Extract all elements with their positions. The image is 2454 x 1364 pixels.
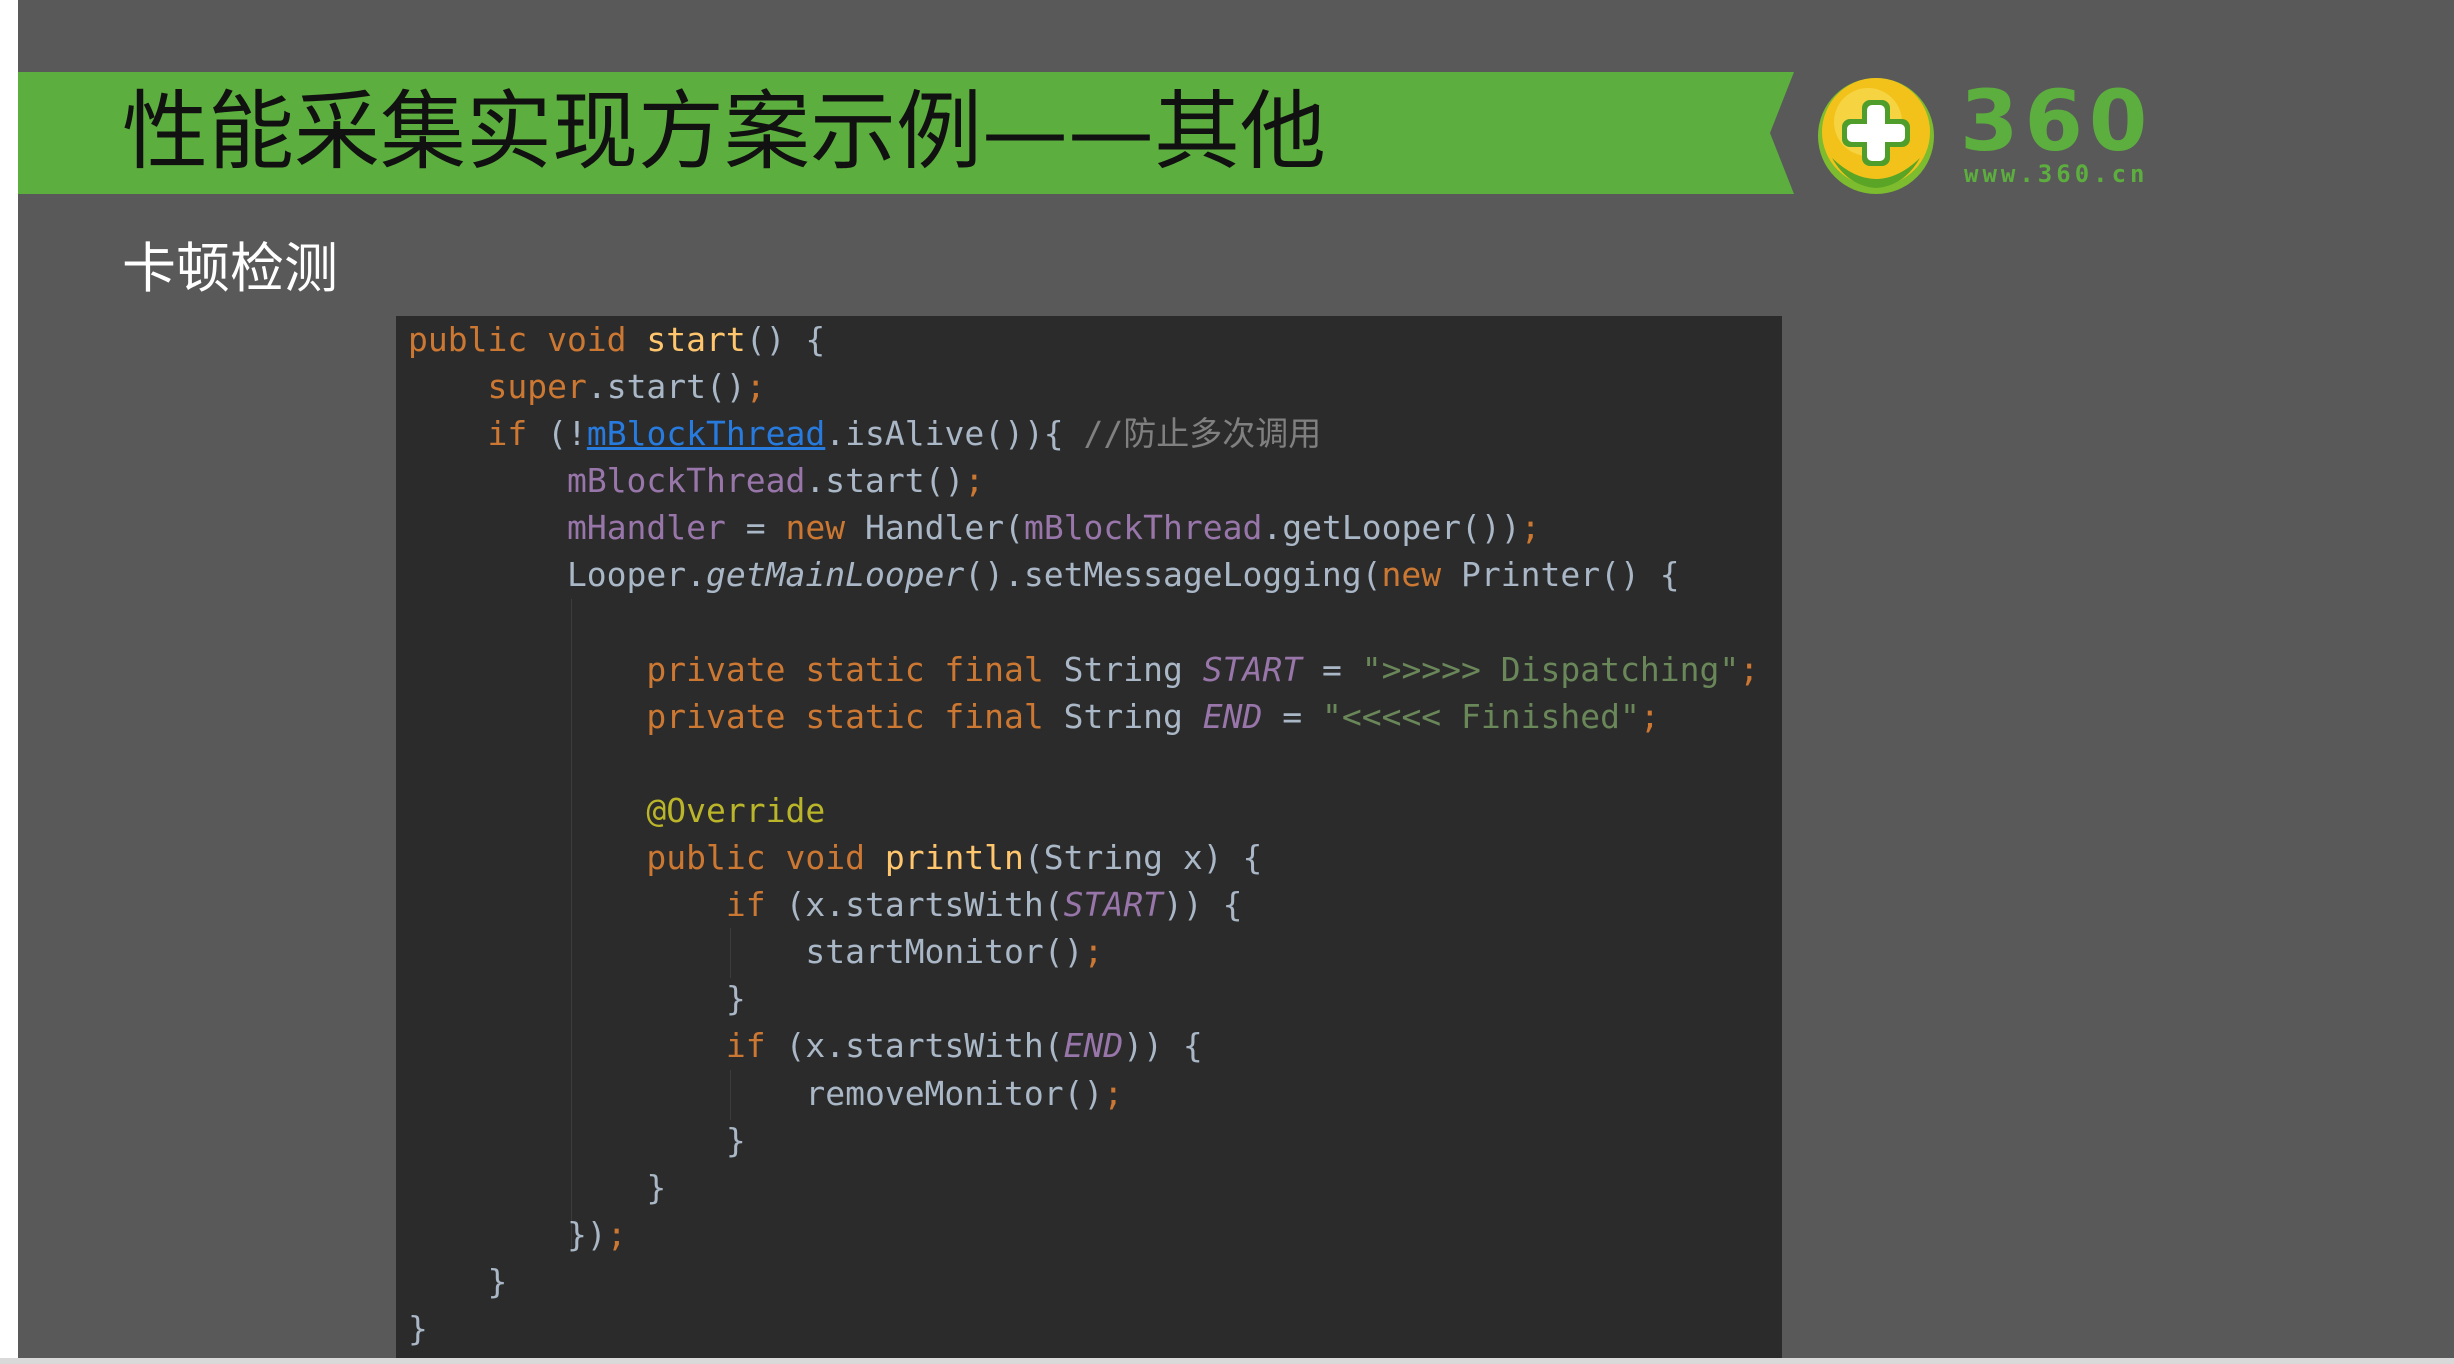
code-line-18: }	[408, 1120, 746, 1160]
code-text: public void start() { super.start(); if …	[408, 316, 1759, 1352]
code-line-22: }	[408, 1308, 428, 1348]
code-line-21: }	[408, 1261, 508, 1301]
code-line-20: });	[408, 1214, 627, 1254]
code-line-6: Looper.getMainLooper().setMessageLogging…	[408, 555, 1680, 595]
slide-subtitle: 卡顿检测	[122, 237, 338, 300]
code-line-4: mBlockThread.start();	[566, 461, 985, 501]
code-line-5: mHandler = new Handler(mBlockThread.getL…	[566, 508, 1541, 548]
code-line-14: startMonitor();	[408, 932, 1104, 972]
code-line-16: if (x.startsWith(END)) {	[725, 1026, 1203, 1066]
logo-url: www.360.cn	[1964, 160, 2149, 188]
code-line-11: @Override	[646, 790, 826, 830]
code-line-2: super.start();	[487, 367, 766, 407]
code-line-13: if (x.startsWith(START)) {	[725, 885, 1243, 925]
code-line-15: }	[408, 979, 746, 1019]
360-logo-icon	[1818, 78, 1934, 194]
logo-number: 360	[1960, 72, 2154, 170]
left-margin	[0, 0, 18, 1364]
code-line-9: private static final String END = "<<<<<…	[646, 696, 1660, 736]
code-line-8: private static final String START = ">>>…	[646, 649, 1760, 689]
code-line-12: public void println(String x) {	[646, 838, 1263, 878]
code-line-17: removeMonitor();	[408, 1073, 1124, 1113]
slide-title: 性能采集实现方案示例——其他	[122, 82, 1326, 182]
code-line-3: if (!mBlockThread.isAlive()){ //防止多次调用	[487, 414, 1322, 454]
bottom-strip	[0, 1358, 2454, 1364]
code-block: public void start() { super.start(); if …	[396, 316, 1782, 1364]
logo-360: 360 www.360.cn	[1812, 68, 2202, 200]
code-line-1: public void start() {	[408, 320, 826, 359]
code-line-19: }	[408, 1167, 667, 1207]
